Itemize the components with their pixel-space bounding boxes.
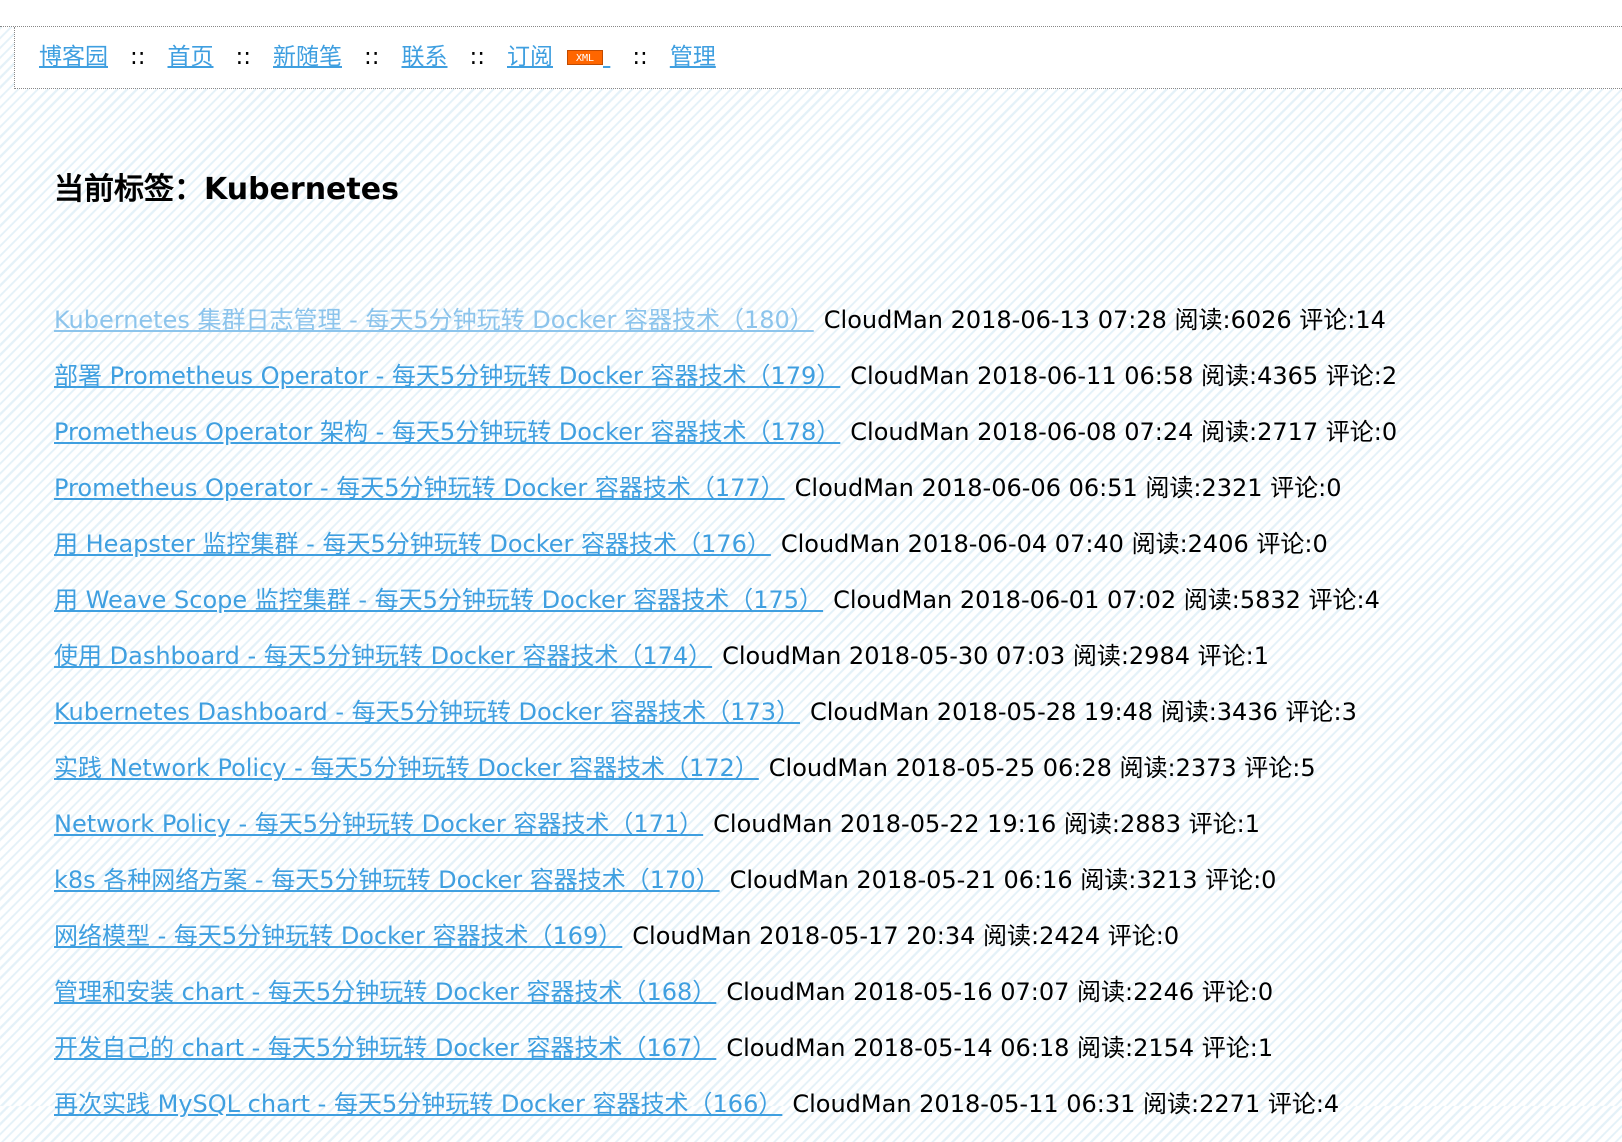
post-title-link[interactable]: 再次实践 MySQL chart - 每天5分钟玩转 Docker 容器技术（1… — [54, 1090, 782, 1118]
post-title-link[interactable]: Kubernetes 集群日志管理 - 每天5分钟玩转 Docker 容器技术（… — [54, 306, 814, 334]
post-title-link[interactable]: 开发自己的 chart - 每天5分钟玩转 Docker 容器技术（167） — [54, 1034, 716, 1062]
post-title-link[interactable]: 实践 Network Policy - 每天5分钟玩转 Docker 容器技术（… — [54, 754, 759, 782]
post-meta: CloudMan 2018-05-16 07:07 阅读:2246 评论:0 — [726, 978, 1274, 1006]
post-title-link[interactable]: 部署 Prometheus Operator - 每天5分钟玩转 Docker … — [54, 362, 840, 390]
post-title-link[interactable]: 用 Heapster 监控集群 - 每天5分钟玩转 Docker 容器技术（17… — [54, 530, 771, 558]
post-meta: CloudMan 2018-05-28 19:48 阅读:3436 评论:3 — [809, 698, 1357, 726]
post-meta: CloudMan 2018-06-04 07:40 阅读:2406 评论:0 — [780, 530, 1328, 558]
nav-link-home[interactable]: 首页 — [168, 44, 214, 70]
page-title: 当前标签：Kubernetes — [54, 172, 399, 207]
post-list-item: 部署 Prometheus Operator - 每天5分钟玩转 Docker … — [54, 358, 1397, 414]
post-meta: CloudMan 2018-06-13 07:28 阅读:6026 评论:14 — [823, 306, 1386, 334]
post-meta: CloudMan 2018-06-01 07:02 阅读:5832 评论:4 — [833, 586, 1380, 614]
post-list-item: Prometheus Operator 架构 - 每天5分钟玩转 Docker … — [54, 414, 1397, 470]
post-title-link[interactable]: 用 Weave Scope 监控集群 - 每天5分钟玩转 Docker 容器技术… — [54, 586, 823, 614]
post-title-link[interactable]: k8s 各种网络方案 - 每天5分钟玩转 Docker 容器技术（170） — [54, 866, 720, 894]
blog-nav-bar: 博客园:: 首页:: 新随笔:: 联系:: 订阅 XML :: 管理 — [14, 27, 1622, 89]
xml-feed-icon: XML — [567, 50, 603, 65]
post-meta: CloudMan 2018-06-08 07:24 阅读:2717 评论:0 — [850, 418, 1398, 446]
post-meta: CloudMan 2018-05-21 06:16 阅读:3213 评论:0 — [729, 866, 1277, 894]
nav-separator: :: — [235, 44, 252, 70]
post-list-item: 用 Heapster 监控集群 - 每天5分钟玩转 Docker 容器技术（17… — [54, 526, 1397, 582]
post-meta: CloudMan 2018-05-30 07:03 阅读:2984 评论:1 — [722, 642, 1269, 670]
xml-feed-link[interactable]: XML — [553, 44, 610, 70]
nav-link-new-post[interactable]: 新随笔 — [273, 44, 342, 70]
post-title-link[interactable]: Prometheus Operator - 每天5分钟玩转 Docker 容器技… — [54, 474, 785, 502]
post-list-item: Prometheus Operator - 每天5分钟玩转 Docker 容器技… — [54, 470, 1397, 526]
post-meta: CloudMan 2018-05-25 06:28 阅读:2373 评论:5 — [768, 754, 1316, 782]
post-list: Kubernetes 集群日志管理 - 每天5分钟玩转 Docker 容器技术（… — [54, 302, 1397, 1142]
post-list-item: 再次实践 MySQL chart - 每天5分钟玩转 Docker 容器技术（1… — [54, 1086, 1397, 1142]
post-meta: CloudMan 2018-05-14 06:18 阅读:2154 评论:1 — [726, 1034, 1274, 1062]
post-title-link[interactable]: 网络模型 - 每天5分钟玩转 Docker 容器技术（169） — [54, 922, 622, 950]
post-list-item: Kubernetes 集群日志管理 - 每天5分钟玩转 Docker 容器技术（… — [54, 302, 1397, 358]
post-title-link[interactable]: Network Policy - 每天5分钟玩转 Docker 容器技术（171… — [54, 810, 703, 838]
nav-separator: :: — [469, 44, 486, 70]
post-list-item: 用 Weave Scope 监控集群 - 每天5分钟玩转 Docker 容器技术… — [54, 582, 1397, 638]
nav-separator: :: — [130, 44, 146, 70]
post-title-link[interactable]: 管理和安装 chart - 每天5分钟玩转 Docker 容器技术（168） — [54, 978, 716, 1006]
post-title-link[interactable]: 使用 Dashboard - 每天5分钟玩转 Docker 容器技术（174） — [54, 642, 712, 670]
post-list-item: 实践 Network Policy - 每天5分钟玩转 Docker 容器技术（… — [54, 750, 1397, 806]
post-meta: CloudMan 2018-05-11 06:31 阅读:2271 评论:4 — [792, 1090, 1340, 1118]
post-list-item: 使用 Dashboard - 每天5分钟玩转 Docker 容器技术（174） C… — [54, 638, 1397, 694]
nav-link-manage[interactable]: 管理 — [670, 44, 716, 70]
top-header-strip — [0, 0, 1622, 27]
nav-separator: :: — [364, 44, 380, 70]
nav-link-subscribe[interactable]: 订阅 — [507, 44, 553, 70]
post-list-item: 网络模型 - 每天5分钟玩转 Docker 容器技术（169） CloudMan … — [54, 918, 1397, 974]
post-meta: CloudMan 2018-06-06 06:51 阅读:2321 评论:0 — [794, 474, 1342, 502]
post-meta: CloudMan 2018-06-11 06:58 阅读:4365 评论:2 — [850, 362, 1398, 390]
post-title-link[interactable]: Prometheus Operator 架构 - 每天5分钟玩转 Docker … — [54, 418, 840, 446]
nav-link-contact[interactable]: 联系 — [402, 44, 448, 70]
post-meta: CloudMan 2018-05-22 19:16 阅读:2883 评论:1 — [713, 810, 1261, 838]
nav-link-cnblogs[interactable]: 博客园 — [39, 44, 108, 70]
nav-separator: :: — [632, 44, 648, 70]
post-meta: CloudMan 2018-05-17 20:34 阅读:2424 评论:0 — [632, 922, 1180, 950]
post-list-item: 开发自己的 chart - 每天5分钟玩转 Docker 容器技术（167） Cl… — [54, 1030, 1397, 1086]
post-title-link[interactable]: Kubernetes Dashboard - 每天5分钟玩转 Docker 容器… — [54, 698, 800, 726]
nav-links: 博客园:: 首页:: 新随笔:: 联系:: 订阅 XML :: 管理 — [39, 43, 716, 71]
post-list-item: 管理和安装 chart - 每天5分钟玩转 Docker 容器技术（168） Cl… — [54, 974, 1397, 1030]
post-list-item: Kubernetes Dashboard - 每天5分钟玩转 Docker 容器… — [54, 694, 1397, 750]
post-list-item: Network Policy - 每天5分钟玩转 Docker 容器技术（171… — [54, 806, 1397, 862]
post-list-item: k8s 各种网络方案 - 每天5分钟玩转 Docker 容器技术（170） Clo… — [54, 862, 1397, 918]
